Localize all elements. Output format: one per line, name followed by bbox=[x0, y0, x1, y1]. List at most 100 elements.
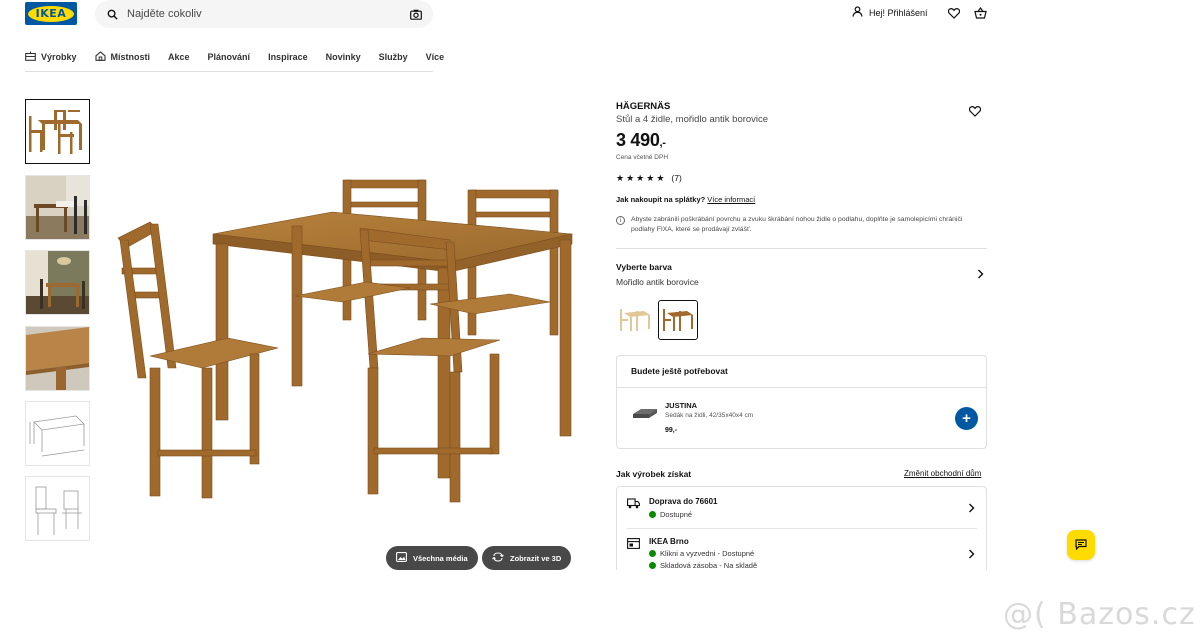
nav-label: Více bbox=[425, 51, 445, 62]
nav-item-services[interactable]: Služby bbox=[379, 52, 408, 62]
price-note: Cena včetně DPH bbox=[616, 154, 669, 161]
seat-pad-image bbox=[633, 409, 657, 418]
nav-label: Akce bbox=[168, 51, 190, 62]
store-icon bbox=[627, 538, 640, 549]
main-product-image bbox=[117, 179, 573, 503]
store-title: IKEA Brno bbox=[649, 537, 689, 546]
search-icon bbox=[105, 7, 119, 21]
login-label: Hej! Přihlášení bbox=[869, 7, 928, 18]
color-value: Mořidlo antik borovice bbox=[616, 277, 699, 287]
thumbnail-room-2[interactable] bbox=[25, 250, 90, 315]
accessory-name[interactable]: JUSTINA bbox=[665, 401, 697, 410]
color-swatch-antique-stain[interactable] bbox=[658, 300, 698, 340]
store-status-click-collect: Klikni a vyzvedni - Dostupné bbox=[649, 549, 754, 558]
store-status-stock: Skladová zásoba - Na skladě bbox=[649, 561, 757, 570]
search-input[interactable] bbox=[127, 8, 409, 20]
price-suffix: ,- bbox=[659, 137, 666, 149]
nav-item-planning[interactable]: Plánování bbox=[208, 52, 251, 62]
search-bar[interactable] bbox=[95, 0, 433, 28]
availability-box: Doprava do 76601 Dostupné IKEA Brno Klik… bbox=[616, 486, 987, 570]
media-gallery-icon bbox=[396, 552, 407, 564]
store-stock-text: Skladová zásoba - Na skladě bbox=[660, 561, 758, 570]
info-notice: i Abyste zabránili poškrábání povrchu a … bbox=[616, 215, 986, 235]
delivery-status-text: Dostupné bbox=[660, 510, 693, 519]
nav-label: Inspirace bbox=[268, 51, 308, 62]
product-price: 3 490,- bbox=[616, 130, 666, 151]
thumbnail-detail[interactable] bbox=[25, 326, 90, 391]
camera-icon[interactable] bbox=[409, 7, 423, 21]
thumbnail-room-1[interactable] bbox=[25, 175, 90, 240]
star-icon: ★ bbox=[636, 172, 645, 183]
chevron-right-icon bbox=[966, 549, 976, 559]
color-label: Vyberte barva bbox=[616, 262, 672, 272]
nav-label: Služby bbox=[378, 51, 408, 62]
installment-info: Jak nakoupit na splátky? Více informací bbox=[616, 195, 755, 204]
products-icon bbox=[25, 51, 36, 63]
chat-button[interactable] bbox=[1067, 530, 1095, 560]
price-value: 3 490 bbox=[616, 130, 660, 150]
available-dot-icon bbox=[649, 562, 656, 569]
installment-link[interactable]: Více informací bbox=[707, 195, 755, 204]
product-description: Stůl a 4 židle, mořidlo antik borovice bbox=[616, 114, 769, 125]
info-icon: i bbox=[616, 216, 625, 225]
star-icon: ★ bbox=[656, 172, 665, 183]
nav-label: Novinky bbox=[325, 51, 361, 62]
chevron-right-icon bbox=[966, 503, 976, 513]
nav-item-inspiration[interactable]: Inspirace bbox=[268, 52, 308, 62]
add-accessory-button[interactable]: + bbox=[955, 407, 978, 430]
chat-icon bbox=[1075, 538, 1087, 553]
star-icon: ★ bbox=[616, 172, 625, 183]
nav-label: Výrobky bbox=[41, 51, 77, 62]
delivery-status: Dostupné bbox=[649, 510, 692, 519]
info-text: Abyste zabránili poškrábání povrchu a zv… bbox=[631, 216, 963, 233]
accessory-description: Sedák na židli, 42/35x40x4 cm bbox=[665, 412, 754, 419]
login-link[interactable]: Hej! Přihlášení bbox=[852, 6, 928, 19]
rotate-3d-icon bbox=[492, 552, 504, 564]
wishlist-heart-icon[interactable] bbox=[947, 6, 961, 20]
view-3d-label: Zobrazit ve 3D bbox=[510, 553, 562, 563]
review-count[interactable]: (7) bbox=[671, 173, 681, 183]
color-swatch-white-stain[interactable] bbox=[616, 300, 656, 340]
add-to-favourites-heart-icon[interactable] bbox=[968, 104, 982, 118]
installment-question: Jak nakoupit na splátky? bbox=[616, 195, 706, 204]
view-3d-button[interactable]: Zobrazit ve 3D bbox=[482, 546, 572, 570]
store-status-text: Klikni a vyzvedni - Dostupné bbox=[660, 549, 755, 558]
truck-icon bbox=[627, 498, 640, 509]
home-icon bbox=[94, 50, 106, 63]
available-dot-icon bbox=[649, 511, 656, 518]
divider bbox=[616, 248, 987, 249]
nav-item-news[interactable]: Novinky bbox=[326, 52, 361, 62]
product-name: HÄGERNÄS bbox=[616, 101, 671, 112]
chevron-right-icon[interactable] bbox=[974, 268, 986, 280]
nav-item-sale[interactable]: Akce bbox=[168, 52, 190, 62]
all-media-label: Všechna média bbox=[413, 553, 468, 563]
nav-item-rooms[interactable]: Místnosti bbox=[94, 50, 151, 63]
divider bbox=[627, 528, 977, 529]
watermark: @( Bazos.cz bbox=[1003, 597, 1196, 632]
nav-item-more[interactable]: Více bbox=[426, 52, 445, 62]
available-dot-icon bbox=[649, 550, 656, 557]
rating[interactable]: ★ ★ ★ ★ ★ (7) bbox=[616, 173, 682, 183]
accessory-price: 99,- bbox=[665, 427, 678, 434]
star-icon: ★ bbox=[646, 172, 655, 183]
thumbnail-product[interactable] bbox=[25, 99, 90, 164]
main-navigation: Výrobky Místnosti Akce Plánování Inspira… bbox=[25, 42, 444, 72]
thumbnail-dimensions-table[interactable] bbox=[25, 401, 90, 466]
logo-text: IKEA bbox=[35, 7, 67, 20]
user-icon bbox=[852, 6, 863, 19]
divider bbox=[617, 387, 986, 388]
ikea-logo[interactable]: IKEA bbox=[25, 2, 77, 25]
also-need-box: Budete ještě potřebovat JUSTINA Sedák na… bbox=[616, 355, 987, 449]
shopping-basket-icon[interactable] bbox=[973, 6, 987, 20]
also-need-title: Budete ještě potřebovat bbox=[631, 366, 728, 376]
star-icon: ★ bbox=[626, 172, 635, 183]
nav-label: Místnosti bbox=[110, 51, 151, 62]
delivery-title: Doprava do 76601 bbox=[649, 497, 718, 506]
all-media-button[interactable]: Všechna média bbox=[386, 546, 478, 570]
how-to-get-title: Jak výrobek získat bbox=[616, 469, 692, 479]
thumbnail-dimensions-chair[interactable] bbox=[25, 476, 90, 541]
change-store-link[interactable]: Změnit obchodní dům bbox=[904, 469, 981, 478]
logo-oval: IKEA bbox=[28, 5, 74, 22]
nav-label: Plánování bbox=[207, 51, 251, 62]
nav-item-products[interactable]: Výrobky bbox=[25, 51, 77, 63]
